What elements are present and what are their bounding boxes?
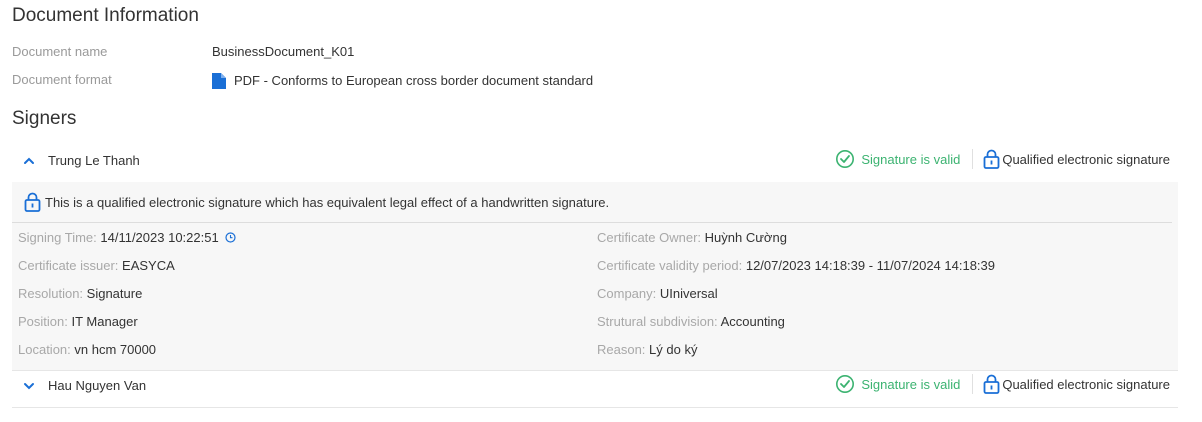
field-key: Location:	[18, 342, 75, 357]
field-key: Company:	[597, 286, 660, 301]
separator	[972, 374, 974, 394]
field-key: Certificate Owner:	[597, 230, 705, 245]
lock-icon	[983, 149, 1000, 169]
document-name-value: BusinessDocument_K01	[212, 44, 355, 59]
field-certificate-owner: Certificate Owner: Huỳnh Cường	[597, 230, 787, 245]
document-name-label: Document name	[12, 44, 108, 59]
field-value: 14/11/2023 10:22:51	[100, 230, 219, 245]
chevron-down-icon[interactable]	[22, 381, 36, 391]
field-value: Huỳnh Cường	[704, 230, 787, 245]
field-reason: Reason: Lý do ký	[597, 342, 697, 357]
separator	[972, 149, 974, 169]
signer-name: Hau Nguyen Van	[48, 378, 147, 393]
field-key: Strutural subdivision:	[597, 314, 721, 329]
field-key: Certificate validity period:	[597, 258, 746, 273]
field-value: vn hcm 70000	[74, 342, 157, 357]
field-key: Position:	[18, 314, 72, 329]
field-value: IT Manager	[71, 314, 138, 329]
signer-name: Trung Le Thanh	[48, 153, 140, 168]
field-key: Resolution:	[18, 286, 87, 301]
signature-valid-text: Signature is valid	[861, 376, 961, 392]
field-position: Position: IT Manager	[18, 314, 138, 329]
document-info-title: Document Information	[12, 5, 199, 26]
field-value: Lý do ký	[649, 342, 698, 357]
field-company: Company: UIniversal	[597, 286, 718, 301]
field-value: 12/07/2023 14:18:39 - 11/07/2024 14:18:3…	[745, 258, 995, 273]
chevron-up-icon[interactable]	[22, 156, 36, 166]
field-location: Location: vn hcm 70000	[18, 342, 156, 357]
signer-row-trung-le-thanh[interactable]: Trung Le Thanh Signature is valid Qualif…	[12, 143, 1178, 181]
check-circle-icon	[836, 375, 855, 393]
field-value: EASYCA	[122, 258, 175, 273]
clock-icon	[225, 232, 236, 243]
document-format-value: PDF - Conforms to European cross border …	[234, 73, 594, 88]
field-structural-subdivision: Strutural subdivision: Accounting	[597, 314, 785, 329]
field-value: Accounting	[720, 314, 785, 329]
field-resolution: Resolution: Signature	[18, 286, 142, 301]
lock-icon	[983, 374, 1000, 394]
field-certificate-issuer: Certificate issuer: EASYCA	[18, 258, 175, 273]
field-key: Signing Time:	[18, 230, 101, 245]
signature-type-text: Qualified electronic signature	[1002, 151, 1170, 167]
signature-valid-text: Signature is valid	[861, 151, 961, 167]
signature-type-text: Qualified electronic signature	[1002, 376, 1170, 392]
signer-row-hau-nguyen-van[interactable]: Hau Nguyen Van Signature is valid Qualif…	[12, 368, 1178, 406]
qualified-notice-text: This is a qualified electronic signature…	[45, 194, 610, 210]
signature-status: Signature is valid Qualified electronic …	[835, 374, 1178, 394]
divider	[12, 407, 1178, 408]
signer-details-panel: This is a qualified electronic signature…	[12, 182, 1178, 371]
field-value: UIniversal	[659, 286, 718, 301]
signature-status: Signature is valid Qualified electronic …	[835, 149, 1178, 169]
field-key: Reason:	[597, 342, 650, 357]
field-certificate-validity: Certificate validity period: 12/07/2023 …	[597, 258, 995, 273]
divider	[12, 222, 1172, 223]
signers-title: Signers	[12, 108, 77, 129]
file-icon	[212, 73, 226, 89]
qualified-notice: This is a qualified electronic signature…	[24, 192, 609, 212]
lock-icon	[24, 192, 41, 212]
field-signing-time: Signing Time: 14/11/2023 10:22:51	[18, 230, 236, 245]
document-format-label: Document format	[12, 72, 112, 87]
check-circle-icon	[836, 150, 855, 168]
field-value: Signature	[86, 286, 143, 301]
field-key: Certificate issuer:	[18, 258, 123, 273]
